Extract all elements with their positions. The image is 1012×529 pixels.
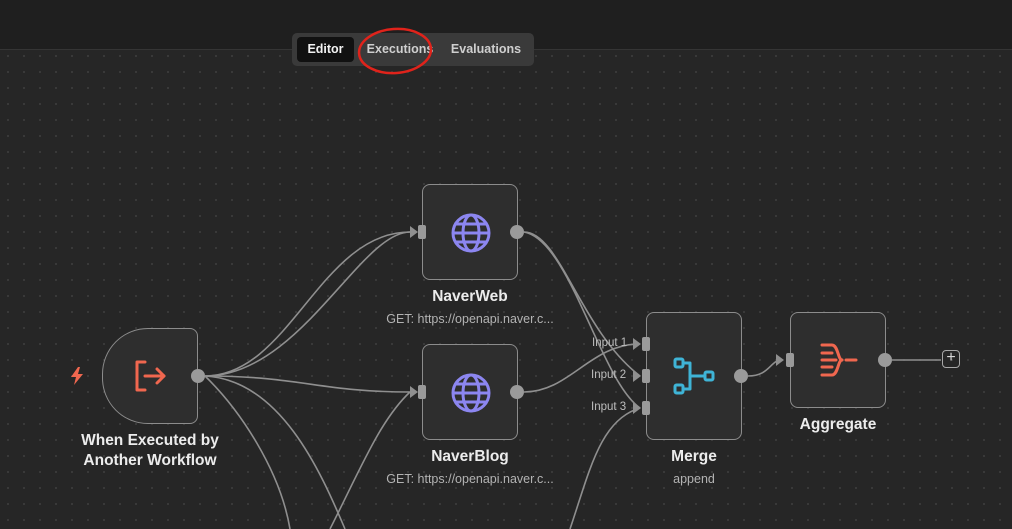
naverblog-title: NaverBlog xyxy=(431,448,509,465)
merge-input-3-label: Input 3 xyxy=(591,401,627,413)
node-naverblog[interactable] xyxy=(422,344,518,440)
naverweb-title: NaverWeb xyxy=(432,288,508,305)
globe-icon xyxy=(451,213,491,253)
node-merge[interactable] xyxy=(646,312,742,440)
merge-input-2-handle[interactable] xyxy=(642,369,650,383)
merge-icon xyxy=(673,357,715,395)
naverblog-output-handle[interactable] xyxy=(510,385,524,399)
edge-naverblog-merge xyxy=(523,343,641,393)
merge-input-1-handle[interactable] xyxy=(642,337,650,351)
merge-output-handle[interactable] xyxy=(734,369,748,383)
aggregate-input-handle[interactable] xyxy=(786,353,794,367)
naverweb-output-handle[interactable] xyxy=(510,225,524,239)
naverweb-input-handle[interactable] xyxy=(418,225,426,239)
naverblog-subtitle: GET: https://openapi.naver.c... xyxy=(386,472,554,486)
merge-title: Merge xyxy=(671,448,717,465)
annotation-circle xyxy=(357,27,433,75)
node-aggregate[interactable] xyxy=(790,312,886,408)
edge-trigger-naverblog xyxy=(204,375,411,393)
aggregate-icon xyxy=(820,343,858,377)
node-trigger[interactable] xyxy=(102,328,198,424)
merge-input-2-label: Input 2 xyxy=(591,369,627,381)
sign-out-arrow-icon xyxy=(135,360,166,392)
aggregate-output-handle[interactable] xyxy=(878,353,892,367)
node-naverweb[interactable] xyxy=(422,184,518,280)
trigger-title: When Executed by Another Workflow xyxy=(81,432,219,469)
naverweb-subtitle: GET: https://openapi.naver.c... xyxy=(386,312,554,326)
merge-input-3-handle[interactable] xyxy=(642,401,650,415)
trigger-bolt-icon xyxy=(71,367,83,385)
merge-subtitle: append xyxy=(673,472,715,486)
naverblog-input-handle[interactable] xyxy=(418,385,426,399)
aggregate-title: Aggregate xyxy=(799,416,877,433)
add-node-button[interactable]: + xyxy=(942,350,960,368)
edge-offscreen-merge xyxy=(569,407,641,529)
merge-input-1-label: Input 1 xyxy=(592,337,628,349)
trigger-output-handle[interactable] xyxy=(191,369,205,383)
globe-icon xyxy=(451,373,491,413)
